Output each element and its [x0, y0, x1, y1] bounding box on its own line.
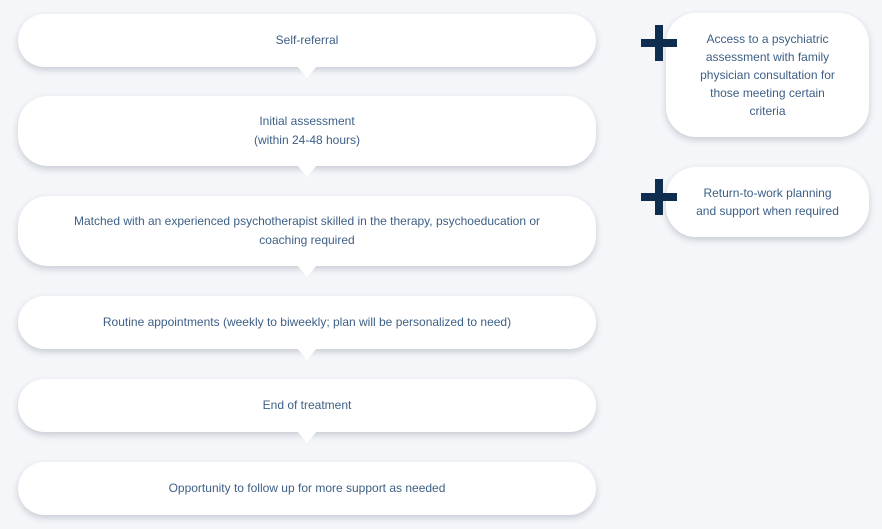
extra-label-line: assessment with family: [705, 50, 830, 64]
step-initial-assessment: Initial assessment (within 24-48 hours): [18, 96, 596, 177]
step-label-line: Self-referral: [275, 33, 339, 47]
step-label-line: Routine appointments (weekly to biweekly…: [102, 315, 512, 329]
down-arrow-connector: [297, 165, 317, 177]
step-label-line: coaching required: [259, 233, 355, 247]
step-routine-appointments: Routine appointments (weekly to biweekly…: [18, 296, 596, 360]
extra-label-line: and support when required: [696, 204, 839, 218]
step-label-line: (within 24-48 hours): [253, 133, 361, 147]
extra-label-line: Access to a psychiatric: [706, 32, 829, 46]
step-matched-psychotherapist: Matched with an experienced psychotherap…: [18, 196, 596, 277]
step-end-of-treatment: End of treatment: [18, 379, 596, 443]
extra-label-line: physician consultation for: [700, 68, 835, 82]
down-arrow-connector: [297, 431, 317, 443]
extra-psychiatric-assessment: Access to a psychiatric assessment with …: [666, 13, 869, 137]
step-label-line: Opportunity to follow up for more suppor…: [168, 481, 446, 495]
step-label-line: Matched with an experienced psychotherap…: [73, 214, 541, 228]
step-label-line: Initial assessment: [259, 114, 355, 128]
extra-label-line: Return-to-work planning: [703, 186, 832, 200]
down-arrow-connector: [297, 348, 317, 360]
down-arrow-connector: [297, 66, 317, 78]
down-arrow-connector: [297, 265, 317, 277]
step-label-line: End of treatment: [262, 398, 352, 412]
step-self-referral: Self-referral: [18, 14, 596, 78]
plus-icon: [641, 25, 677, 61]
extra-return-to-work: Return-to-work planning and support when…: [666, 167, 869, 237]
extra-label-line: criteria: [749, 104, 786, 118]
plus-icon: [641, 179, 677, 215]
extra-label-line: those meeting certain: [710, 86, 825, 100]
step-follow-up: Opportunity to follow up for more suppor…: [18, 462, 596, 515]
